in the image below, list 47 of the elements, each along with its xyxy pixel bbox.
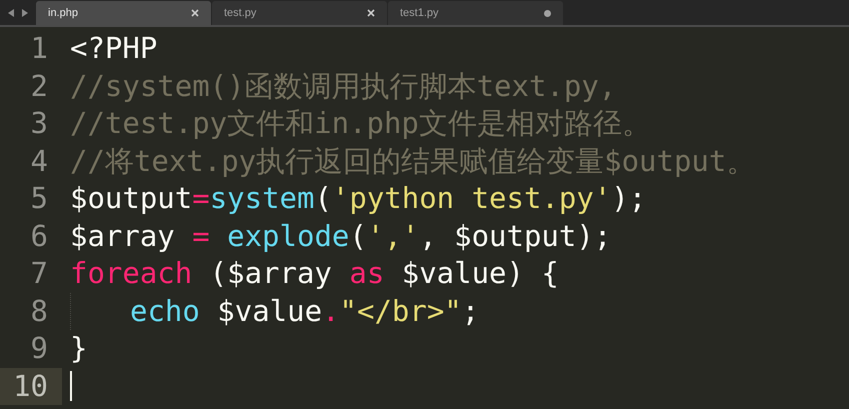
editor-tab[interactable]: in.php: [36, 1, 211, 25]
code-token: system: [210, 180, 314, 217]
line-number: 5: [30, 180, 49, 217]
editor-tab[interactable]: test.py: [212, 1, 387, 25]
line-number: 6: [30, 218, 49, 254]
code-token: echo: [130, 292, 200, 330]
code-token: (: [314, 180, 332, 217]
code-token: ;: [462, 292, 480, 330]
line-number: 2: [30, 68, 49, 104]
code-token: $value) {: [400, 255, 559, 292]
line-number: 4: [30, 142, 49, 180]
text-cursor: [70, 371, 72, 402]
code-token: }: [70, 330, 88, 367]
line-number: 10: [0, 368, 62, 405]
code-token: explode: [227, 218, 350, 254]
code-token: //system()函数调用执行脚本text.py,: [70, 68, 616, 104]
code-token: );: [611, 180, 646, 217]
code-token: ',': [366, 218, 420, 254]
code-token: //将text.py执行返回的结果赋值给变量$output。: [70, 142, 756, 180]
code-token: //test.py文件和in.php文件是相对路径。: [70, 105, 651, 142]
code-token: =: [192, 180, 210, 217]
code-token: $output: [70, 180, 192, 217]
line-number: 3: [30, 105, 49, 142]
right-arrow-icon[interactable]: [21, 9, 28, 17]
line-number: 1: [30, 30, 49, 67]
code-token: =: [192, 218, 211, 254]
tab-label: test1.py: [400, 6, 439, 21]
code-token: (: [349, 218, 367, 254]
code-token: 'python test.py': [332, 180, 612, 217]
code-token: $value: [216, 292, 322, 330]
line-number: 9: [30, 330, 49, 367]
left-arrow-icon[interactable]: [8, 9, 15, 17]
tab-label: test.py: [224, 6, 256, 21]
code-token: as: [349, 255, 384, 292]
code-token: ($array: [208, 255, 333, 292]
close-icon[interactable]: [191, 9, 199, 17]
line-number: 8: [30, 292, 49, 330]
code-token: , $output);: [419, 218, 612, 254]
tab-label: in.php: [48, 6, 78, 21]
code-token: "</br>": [340, 292, 462, 330]
code-token: .: [322, 292, 340, 330]
editor-tab[interactable]: test1.py: [388, 1, 563, 25]
code-token: foreach: [70, 255, 192, 292]
close-icon[interactable]: [367, 9, 375, 17]
line-number: 7: [30, 255, 49, 292]
code-token: <?PHP: [70, 30, 158, 67]
code-token: $array: [70, 218, 176, 254]
